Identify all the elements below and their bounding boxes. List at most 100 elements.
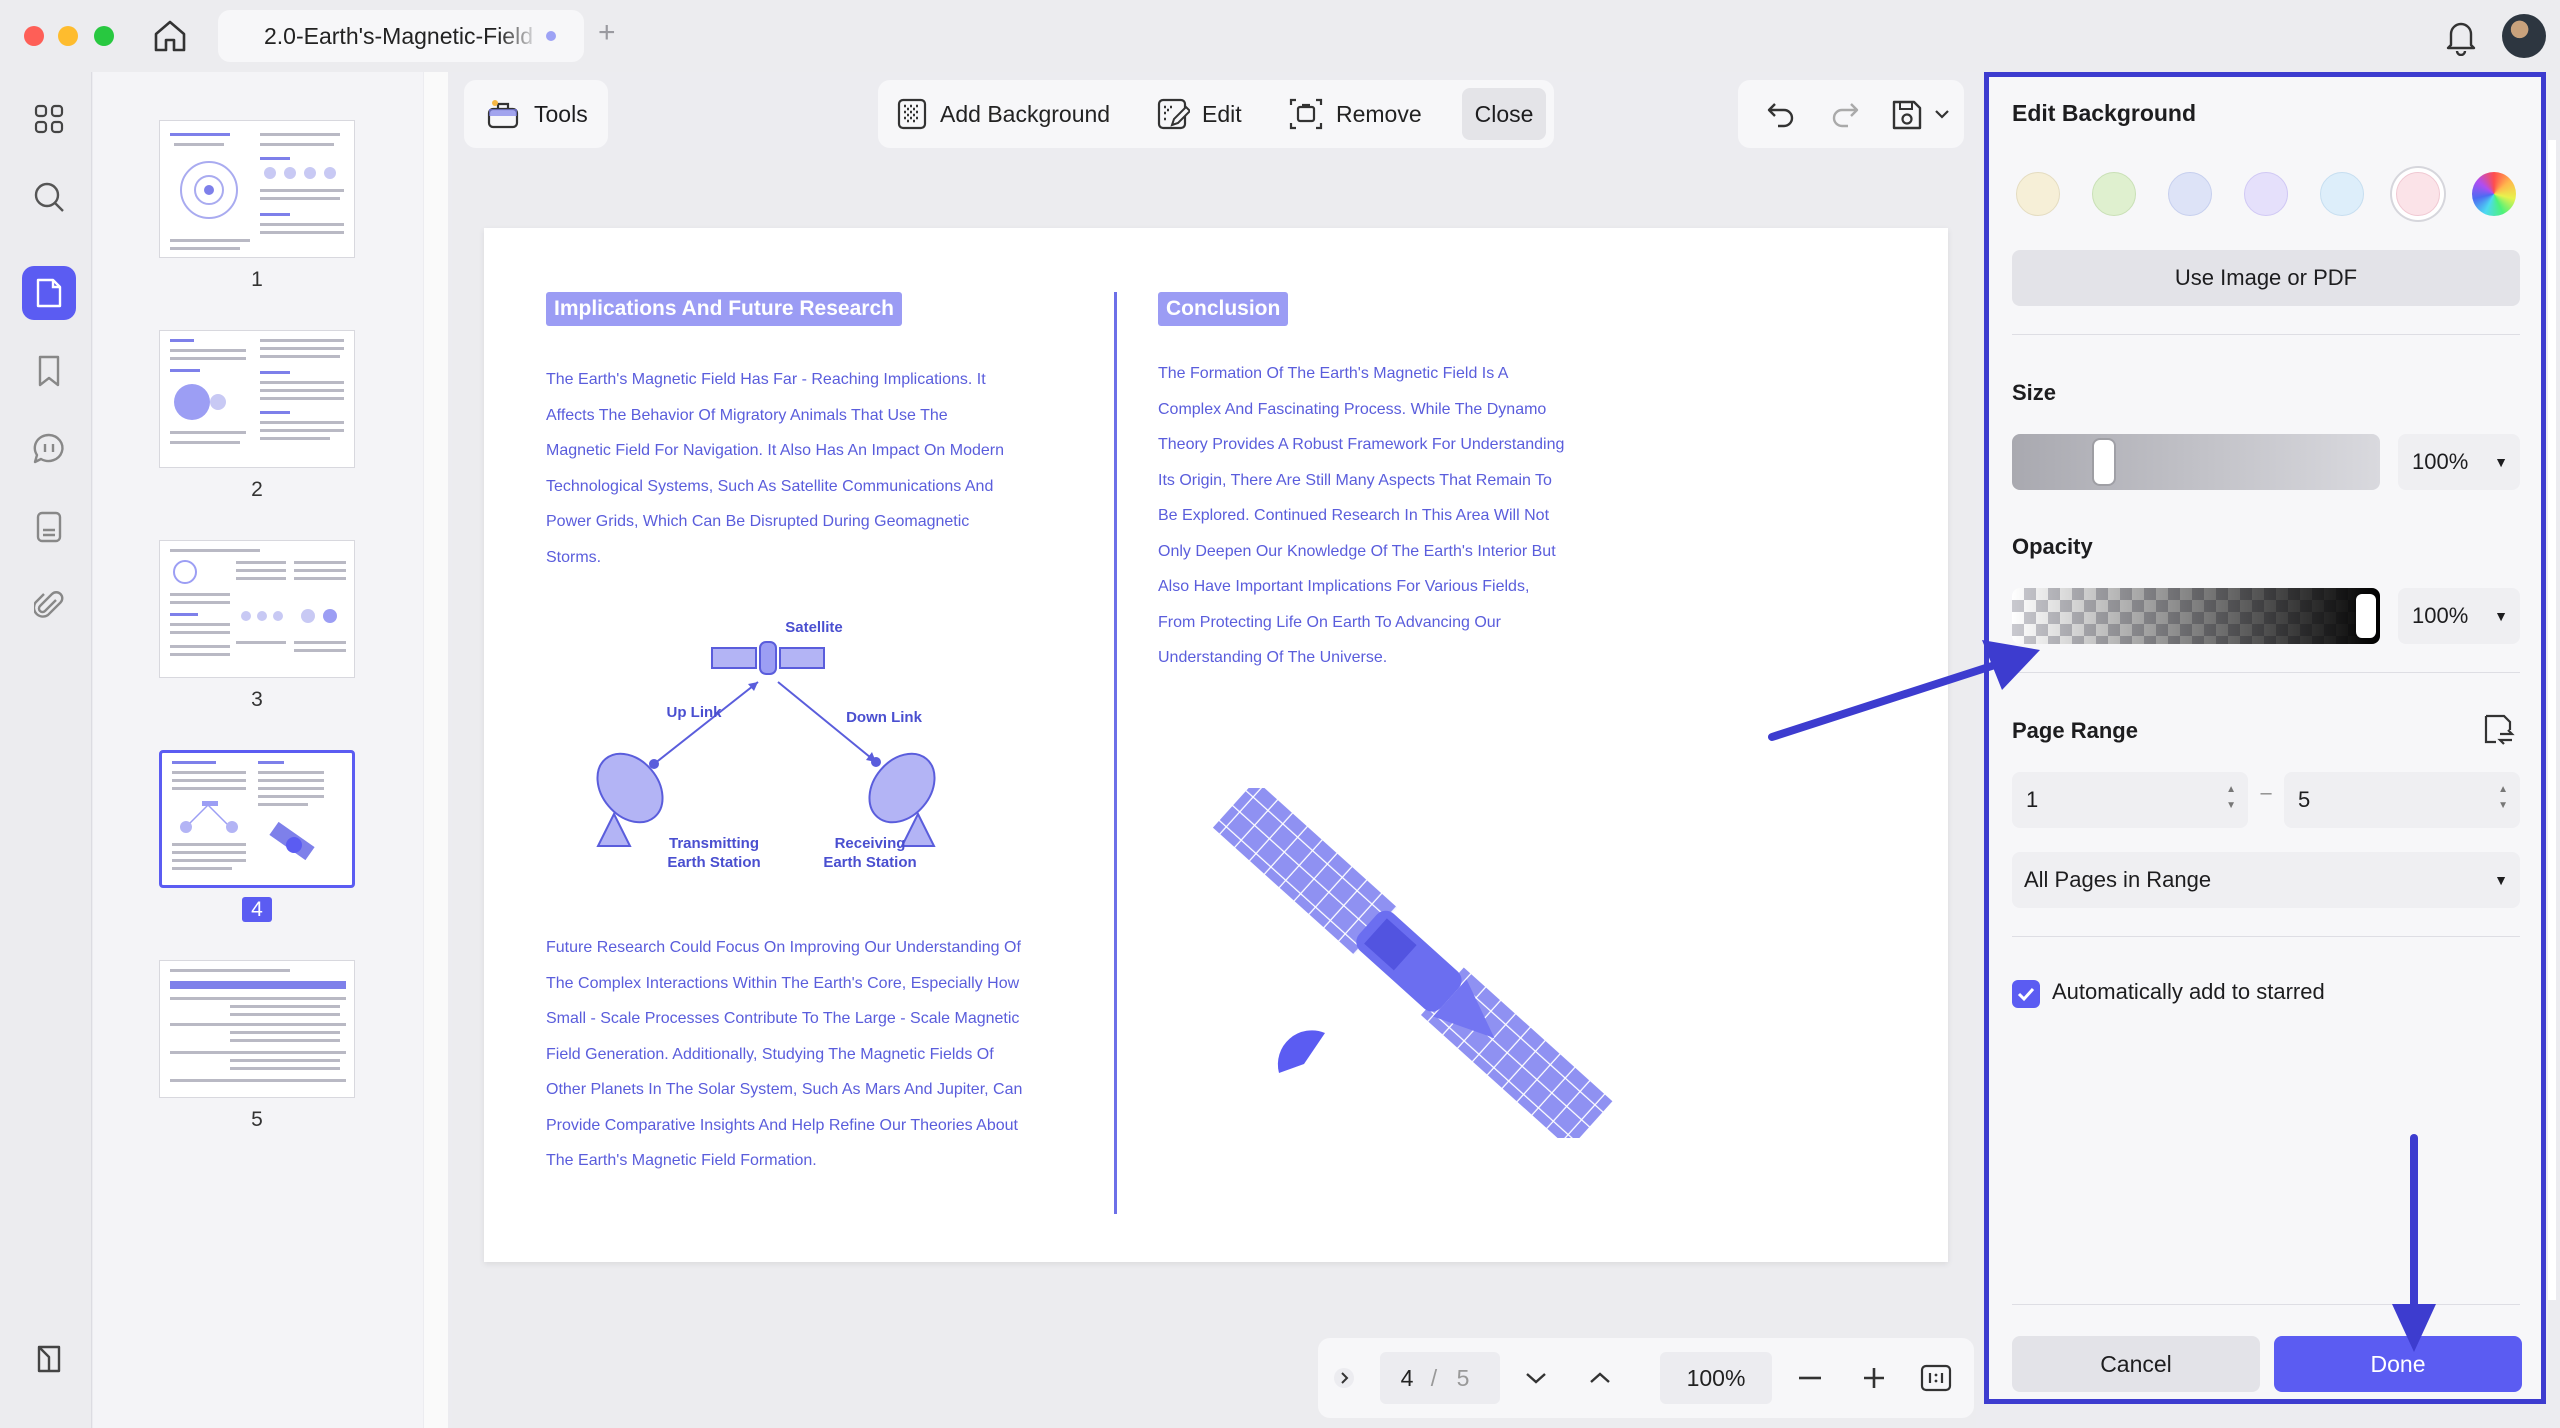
new-tab-button[interactable]: + xyxy=(598,16,616,50)
left-section-heading: Implications And Future Research xyxy=(546,292,902,326)
bell-icon[interactable] xyxy=(2442,16,2480,57)
swatch-green[interactable] xyxy=(2092,172,2136,216)
document-tab[interactable]: 2.0-Earth's-Magnetic-Field xyxy=(218,10,584,62)
title-bar: 2.0-Earth's-Magnetic-Field + xyxy=(0,0,2560,72)
add-background-button[interactable]: Add Background xyxy=(896,80,1110,148)
cancel-button[interactable]: Cancel xyxy=(2012,1336,2260,1392)
done-button[interactable]: Done xyxy=(2274,1336,2522,1392)
caret-down-icon: ▼ xyxy=(2494,608,2508,624)
pages-icon[interactable] xyxy=(22,266,76,320)
range-mode-select[interactable]: All Pages in Range ▼ xyxy=(2012,852,2520,908)
undo-icon[interactable] xyxy=(1766,100,1796,128)
swatch-blue[interactable] xyxy=(2168,172,2212,216)
avatar[interactable] xyxy=(2502,14,2546,58)
right-section-heading: Conclusion xyxy=(1158,292,1289,326)
page-number-4-badge: 4 xyxy=(242,897,272,922)
satellite-label: Satellite xyxy=(785,619,843,636)
stepper-icon[interactable]: ▲ ▼ xyxy=(2498,782,2508,814)
search-icon[interactable] xyxy=(22,170,76,224)
thumbnail-scrollbar[interactable] xyxy=(424,72,448,1428)
range-to-input[interactable]: 5 ▲ ▼ xyxy=(2284,772,2520,828)
size-select[interactable]: 100% ▼ xyxy=(2398,434,2520,490)
page-separator: / xyxy=(1430,1364,1438,1391)
column-divider xyxy=(1114,292,1117,1214)
zoom-window-button[interactable] xyxy=(94,26,114,46)
panel-scrollbar[interactable] xyxy=(2548,140,2556,1300)
page-range-swap-icon[interactable] xyxy=(2480,712,2516,748)
opacity-select[interactable]: 100% ▼ xyxy=(2398,588,2520,644)
left-rail xyxy=(0,72,92,1428)
custom-color-swatch[interactable] xyxy=(2472,172,2516,216)
text-line: Also Have Important Implications For Var… xyxy=(1158,578,1530,595)
save-icon[interactable] xyxy=(1890,98,1924,132)
size-slider[interactable] xyxy=(2012,434,2380,490)
history-toolbar xyxy=(1738,80,1964,148)
page-thumbnail-5[interactable] xyxy=(159,960,355,1098)
receiving-station-label: Receiving Earth Station xyxy=(823,835,917,871)
range-mode-value: All Pages in Range xyxy=(2024,867,2212,892)
opacity-slider-handle[interactable] xyxy=(2356,594,2376,638)
page-number-4: 4 xyxy=(159,897,355,922)
edit-background-button[interactable]: Edit xyxy=(1156,80,1242,148)
text-line: Small - Scale Processes Contribute To Th… xyxy=(546,1010,1020,1027)
swatch-pink[interactable] xyxy=(2396,172,2440,216)
home-icon[interactable] xyxy=(150,16,190,56)
satellite-illustration xyxy=(1212,788,1613,1138)
page-number-3: 3 xyxy=(251,688,263,711)
page-thumbnail-3[interactable] xyxy=(159,540,355,678)
panel-title: Edit Background xyxy=(2012,100,2197,126)
page-thumbnail-4[interactable] xyxy=(159,750,355,888)
swatch-sky[interactable] xyxy=(2320,172,2364,216)
zoom-value[interactable]: 100% xyxy=(1660,1338,1772,1418)
expand-nav-icon[interactable] xyxy=(1326,1338,1362,1418)
previous-page-icon[interactable] xyxy=(1578,1338,1622,1418)
swatch-lavender[interactable] xyxy=(2244,172,2288,216)
text-line: Storms. xyxy=(546,548,602,566)
actual-size-icon[interactable] xyxy=(1914,1338,1958,1418)
close-background-button[interactable]: Close xyxy=(1462,88,1546,140)
text-line: Field Generation. Additionally, Studying… xyxy=(546,1045,994,1063)
page-range-label: Page Range xyxy=(2012,718,2138,743)
apps-icon[interactable] xyxy=(22,92,76,146)
text-line: The Formation Of The Earth's Magnetic Fi… xyxy=(1158,365,1509,382)
chevron-down-icon[interactable] xyxy=(1934,108,1950,120)
text-line: Only Deepen Our Knowledge Of The Earth's… xyxy=(1158,542,1556,560)
auto-star-checkbox[interactable] xyxy=(2012,980,2040,1008)
opacity-slider[interactable] xyxy=(2012,588,2380,644)
text-line: Technological Systems, Such As Satellite… xyxy=(546,477,994,495)
minimize-window-button[interactable] xyxy=(58,26,78,46)
text-line: The Complex Interactions Within The Eart… xyxy=(546,974,1020,992)
range-to-value: 5 xyxy=(2298,787,2311,812)
close-window-button[interactable] xyxy=(24,26,44,46)
size-slider-handle[interactable] xyxy=(2094,440,2114,484)
text-line: Other Planets In The Solar System, Such … xyxy=(546,1081,1023,1098)
satellite-link-diagram xyxy=(596,641,936,847)
edit-pattern-icon xyxy=(1157,98,1190,130)
caret-down-icon: ▼ xyxy=(2494,454,2508,470)
tools-button[interactable]: Tools xyxy=(464,80,608,148)
zoom-out-icon[interactable] xyxy=(1788,1338,1832,1418)
page-thumbnail-1[interactable] xyxy=(159,120,355,258)
auto-star-label[interactable]: Automatically add to starred xyxy=(2052,979,2325,1005)
page-thumbnail-2[interactable] xyxy=(159,330,355,468)
current-page-value[interactable]: 4 xyxy=(1392,1338,1422,1418)
range-from-input[interactable]: 1 ▲ ▼ xyxy=(2012,772,2248,828)
bookmark-icon[interactable] xyxy=(22,344,76,398)
thumbnail-panel: 1 2 3 4 5 xyxy=(93,72,423,1428)
document-page: Implications And Future Research The Ear… xyxy=(484,228,1948,1262)
comment-icon[interactable] xyxy=(22,422,76,476)
range-dash: – xyxy=(2260,782,2272,804)
form-icon[interactable] xyxy=(22,500,76,554)
remove-label: Remove xyxy=(1336,100,1422,127)
attachment-icon[interactable] xyxy=(22,578,76,632)
zoom-in-icon[interactable] xyxy=(1852,1338,1896,1418)
remove-background-button[interactable]: Remove xyxy=(1288,80,1422,148)
downlink-label: Down Link xyxy=(846,709,922,726)
sidebar-toggle-icon[interactable] xyxy=(22,1332,76,1386)
next-page-icon[interactable] xyxy=(1514,1338,1558,1418)
swatch-cream[interactable] xyxy=(2016,172,2060,216)
use-image-or-pdf-button[interactable]: Use Image or PDF xyxy=(2012,250,2520,306)
text-line: Provide Comparative Insights And Help Re… xyxy=(546,1116,1018,1134)
stepper-icon[interactable]: ▲ ▼ xyxy=(2226,782,2236,814)
redo-icon[interactable] xyxy=(1830,100,1860,128)
